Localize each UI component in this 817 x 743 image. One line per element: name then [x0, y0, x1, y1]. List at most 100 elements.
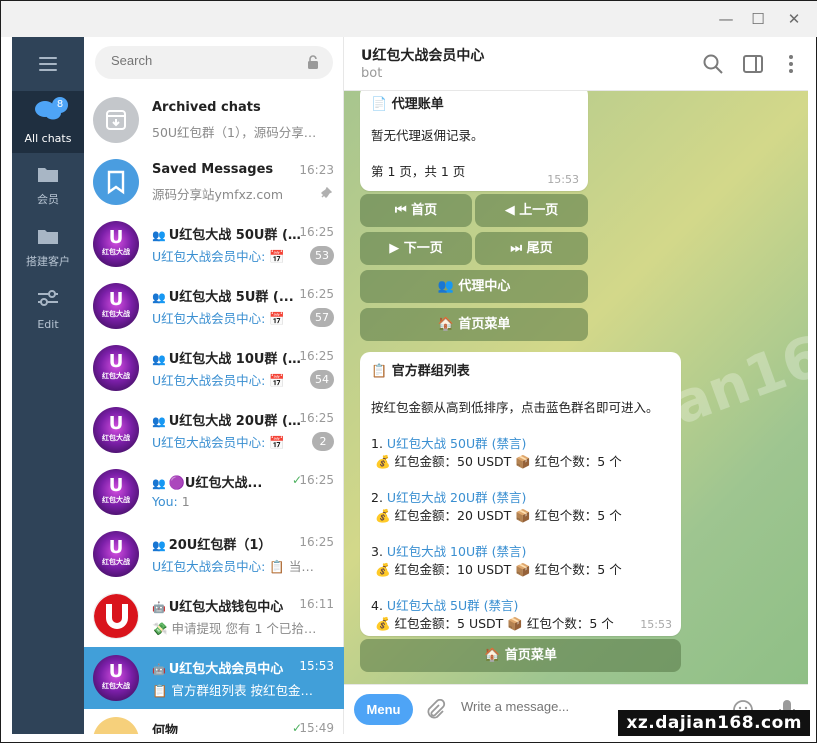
group-icon: 👥 [152, 353, 166, 366]
chat-preview: U红包大战会员中心: 📅 [152, 311, 285, 326]
chat-row-archived[interactable]: Archived chats 50U红包群（1），源码分享站... [84, 89, 344, 151]
chat-row[interactable]: U 红包大战 👥 U红包大战 10U群 (... 16:25 U红包大战会员中心:… [84, 337, 344, 399]
inline-button-next-page[interactable]: ▶ 下一页 [360, 232, 472, 265]
bot-avatar [93, 593, 139, 639]
folder-build[interactable]: 搭建客户 [12, 215, 84, 277]
chat-row[interactable]: U 红包大战 👥 🟣U红包大战... ✓ 16:25 You: 1 [84, 461, 344, 523]
chat-time: 15:53 [299, 659, 334, 673]
chat-name: Archived chats [152, 100, 261, 115]
bookmark-icon [107, 170, 125, 195]
more-vertical-icon[interactable] [780, 53, 802, 75]
chat-list-panel: Archived chats 50U红包群（1），源码分享站... Saved … [84, 37, 344, 734]
chat-row-saved[interactable]: Saved Messages 16:23 源码分享站ymfxz.com [84, 151, 344, 213]
chat-time: 16:25 [299, 535, 334, 549]
close-button[interactable]: ✕ [785, 10, 803, 28]
bot-menu-button[interactable]: Menu [354, 694, 413, 725]
inline-button-last-page[interactable]: ⏭ 尾页 [475, 232, 588, 265]
chat-preview: U红包大战会员中心: 📅 [152, 435, 285, 450]
group-avatar: U 红包大战 [93, 283, 139, 329]
inline-button-prev-page[interactable]: ◀ 上一页 [475, 194, 588, 227]
avatar-caption: 红包大战 [102, 682, 130, 690]
edit-folders-button[interactable]: Edit [12, 277, 84, 339]
avatar-caption: 红包大战 [102, 496, 130, 504]
u-logo-icon [94, 594, 138, 638]
app-window: — ☐ ✕ 8 All chats 会员 搭建客户 Edit Search Ar… [0, 0, 817, 743]
message-time: 15:53 [640, 618, 672, 631]
group-avatar: U 红包大战 [93, 221, 139, 267]
chat-name: 👥 U红包大战 5U群 (... [152, 290, 294, 305]
group-avatar: U 红包大战 [93, 469, 139, 515]
lock-icon[interactable] [307, 55, 319, 69]
group-detail: 💰 红包金额：20 USDT 📦 红包个数：5 个 [375, 508, 622, 523]
chat-preview: U红包大战会员中心: 📅 [152, 249, 285, 264]
maximize-button[interactable]: ☐ [749, 10, 767, 28]
chat-preview: 源码分享站ymfxz.com [152, 187, 284, 202]
unread-badge: 8 [52, 97, 68, 113]
folder-icon [38, 230, 58, 244]
folder-all-chats[interactable]: 8 All chats [12, 91, 84, 153]
chat-header: U红包大战会员中心 bot [344, 37, 808, 91]
chat-row[interactable]: U 红包大战 👥 U红包大战 5U群 (... 16:25 U红包大战会员中心: … [84, 275, 344, 337]
pin-icon [321, 187, 332, 198]
message-bubble: 📋 官方群组列表 按红包金额从高到低排序，点击蓝色群名即可进入。 1. U红包大… [360, 352, 681, 636]
sliders-icon [38, 290, 58, 306]
inline-button-agent-center[interactable]: 👥 代理中心 [360, 270, 588, 303]
group-icon: 👥 [152, 229, 166, 242]
chat-name: 🤖 U红包大战钱包中心 [152, 600, 284, 615]
group-link[interactable]: U红包大战 50U群 (禁言) [387, 436, 526, 451]
chat-name: 👥 20U红包群（1） [152, 538, 272, 553]
folder-icon [38, 168, 58, 182]
chat-name: 👥 U红包大战 20U群 (... [152, 414, 302, 429]
group-link[interactable]: U红包大战 5U群 (禁言) [387, 598, 518, 613]
unread-count: 2 [312, 432, 334, 451]
unread-count: 57 [310, 308, 334, 327]
inline-button-home-menu[interactable]: 🏠 首页菜单 [360, 308, 588, 341]
inline-button-home-menu[interactable]: 🏠 首页菜单 [360, 639, 681, 672]
minimize-button[interactable]: — [717, 10, 735, 28]
chat-time: 16:25 [299, 287, 334, 301]
sidebar-toggle-icon[interactable] [742, 53, 764, 75]
chat-time: 16:25 [299, 473, 334, 487]
corner-watermark: xz.dajian168.com [618, 710, 810, 736]
chat-name: 何物 [152, 724, 179, 734]
main-menu-button[interactable] [12, 37, 84, 91]
archive-avatar [93, 97, 139, 143]
chat-name: 👥 U红包大战 50U群 (... [152, 228, 302, 243]
folder-members[interactable]: 会员 [12, 153, 84, 215]
chat-row[interactable]: 何物 ✓ 15:49 [84, 709, 344, 734]
message-text: 按红包金额从高到低排序，点击蓝色群名即可进入。 [371, 400, 659, 415]
group-link[interactable]: U红包大战 20U群 (禁言) [387, 490, 526, 505]
group-avatar: U 红包大战 [93, 655, 139, 701]
inline-button-first-page[interactable]: ⏮ 首页 [360, 194, 472, 227]
saved-avatar [93, 159, 139, 205]
message-bubble: 📄 代理账单 暂无代理返佣记录。 第 1 页，共 1 页 15:53 [360, 91, 588, 191]
group-icon: 👥 [152, 291, 166, 304]
message-title: 📋 官方群组列表 [371, 364, 470, 379]
message-area[interactable]: xz.dajian168.com 📄 代理账单 暂无代理返佣记录。 第 1 页，… [344, 91, 808, 684]
message-text: 第 1 页，共 1 页 [371, 164, 466, 179]
unread-count: 54 [310, 370, 334, 389]
chat-row-selected[interactable]: U 红包大战 🤖 U红包大战会员中心 15:53 📋 官方群组列表 按红包金额..… [84, 647, 344, 709]
chat-row[interactable]: U 红包大战 👥 20U红包群（1） 16:25 U红包大战会员中心: 📋 当前.… [84, 523, 344, 585]
chat-name: Saved Messages [152, 162, 274, 177]
chat-row[interactable]: U 红包大战 👥 U红包大战 50U群 (... 16:25 U红包大战会员中心:… [84, 213, 344, 275]
avatar-letter: U [108, 289, 124, 310]
group-entry: 4. U红包大战 5U群 (禁言) [371, 598, 519, 613]
folder-label: All chats [24, 132, 72, 145]
group-link[interactable]: U红包大战 10U群 (禁言) [387, 544, 526, 559]
group-detail: 💰 红包金额：50 USDT 📦 红包个数：5 个 [375, 454, 622, 469]
store-avatar [93, 717, 139, 734]
chat-row[interactable]: U 红包大战 👥 U红包大战 20U群 (... 16:25 U红包大战会员中心:… [84, 399, 344, 461]
group-entry: 1. U红包大战 50U群 (禁言) [371, 436, 527, 451]
avatar-letter: U [108, 661, 124, 682]
search-icon[interactable] [702, 53, 724, 75]
chat-preview: You: 1 [152, 494, 190, 509]
avatar-caption: 红包大战 [102, 372, 130, 380]
chat-title[interactable]: U红包大战会员中心 [361, 45, 484, 65]
folder-label: Edit [37, 318, 59, 331]
search-input[interactable] [111, 53, 291, 68]
chat-row[interactable]: 🤖 U红包大战钱包中心 16:11 💸 申请提现 您有 1 个已拾红... [84, 585, 344, 647]
attach-icon[interactable] [424, 699, 446, 721]
group-entry: 3. U红包大战 10U群 (禁言) [371, 544, 527, 559]
search-box [95, 46, 333, 79]
